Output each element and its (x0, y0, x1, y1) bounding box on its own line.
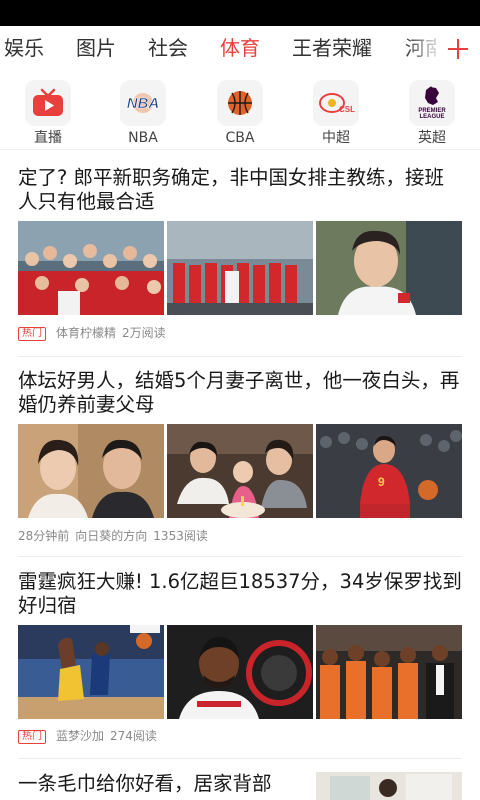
article-image-row (18, 625, 462, 719)
tab-pictures[interactable]: 图片 (76, 34, 116, 62)
svg-text:9: 9 (378, 475, 385, 489)
article-meta: 热门 体育柠檬精 2万阅读 (18, 325, 166, 341)
nba-logo-text: NBA (127, 95, 160, 112)
article-image[interactable] (316, 221, 462, 315)
channel-live[interactable]: 直播 (13, 80, 83, 146)
channel-premier-league[interactable]: PREMIER LEAGUE 英超 (397, 80, 467, 146)
status-bar (0, 0, 480, 26)
channel-cba-label: CBA (225, 130, 255, 146)
article-image[interactable] (18, 625, 164, 719)
article-reads: 1353阅读 (153, 529, 208, 543)
article-source[interactable]: 蓝梦沙加 (56, 729, 104, 743)
tab-honor-of-kings[interactable]: 王者荣耀 (292, 34, 372, 62)
nba-logo-icon: NBA (120, 80, 166, 126)
hot-badge: 热门 (18, 730, 46, 744)
news-article-3[interactable]: 雷霆疯狂大赚! 1.6亿超巨18537分，34岁保罗找到好归宿 热门 蓝梦沙加 … (18, 570, 462, 748)
category-tabbar: 娱乐 图片 社会 体育 王者荣耀 河南 (0, 26, 480, 72)
add-channel-button[interactable] (436, 26, 480, 72)
article-title[interactable]: 定了? 郎平新职务确定，非中国女排主教练，接班人只有他最合适 (18, 166, 462, 214)
hot-badge: 热门 (18, 327, 46, 341)
article-image-row: 9 (18, 424, 462, 518)
article-time: 28分钟前 (18, 529, 70, 543)
divider (18, 758, 462, 759)
divider (18, 356, 462, 357)
sports-channel-row: 直播 NBA NBA CBA CSL 中超 PREMIER LEAGUE 英超 (0, 72, 480, 150)
divider (18, 556, 462, 557)
channel-csl-label: 中超 (322, 130, 350, 146)
tab-entertainment[interactable]: 娱乐 (4, 34, 44, 62)
article-reads: 274阅读 (110, 729, 157, 743)
article-image[interactable] (18, 221, 164, 315)
article-reads: 2万阅读 (122, 326, 166, 340)
news-article-2[interactable]: 体坛好男人，结婚5个月妻子离世，他一夜白头，再婚仍养前妻父母 9 28分钟前 向… (18, 369, 462, 547)
tab-sports[interactable]: 体育 (220, 34, 260, 62)
tab-society[interactable]: 社会 (148, 34, 188, 62)
article-meta: 热门 蓝梦沙加 274阅读 (18, 728, 157, 744)
article-title[interactable]: 雷霆疯狂大赚! 1.6亿超巨18537分，34岁保罗找到好归宿 (18, 570, 462, 618)
article-image[interactable] (167, 424, 313, 518)
csl-logo-text: CSL (339, 105, 355, 114)
channel-cba[interactable]: CBA (205, 80, 275, 146)
article-4-thumbnail[interactable] (316, 772, 462, 800)
article-image[interactable] (316, 625, 462, 719)
live-tv-icon (25, 80, 71, 126)
article-image[interactable] (18, 424, 164, 518)
article-title[interactable]: 体坛好男人，结婚5个月妻子离世，他一夜白头，再婚仍养前妻父母 (18, 369, 462, 417)
channel-nba[interactable]: NBA NBA (108, 80, 178, 146)
premier-league-logo-icon: PREMIER LEAGUE (409, 80, 455, 126)
article-source[interactable]: 向日葵的方向 (75, 529, 147, 543)
pl-logo-text-2: LEAGUE (419, 114, 444, 120)
channel-nba-label: NBA (128, 130, 158, 146)
article-image[interactable] (167, 625, 313, 719)
channel-premier-league-label: 英超 (418, 130, 446, 146)
channel-live-label: 直播 (34, 130, 62, 146)
article-source[interactable]: 体育柠檬精 (56, 326, 116, 340)
article-image[interactable]: 9 (316, 424, 462, 518)
csl-logo-icon: CSL (313, 80, 359, 126)
news-article-1[interactable]: 定了? 郎平新职务确定，非中国女排主教练，接班人只有他最合适 热门 体育柠檬精 … (18, 166, 462, 344)
plus-icon (448, 39, 468, 59)
article-meta: 28分钟前 向日葵的方向 1353阅读 (18, 528, 208, 544)
basketball-icon (217, 80, 263, 126)
channel-csl[interactable]: CSL 中超 (301, 80, 371, 146)
article-image-row (18, 221, 462, 315)
article-image[interactable] (167, 221, 313, 315)
article-title[interactable]: 一条毛巾给你好看，居家背部 (18, 772, 298, 796)
